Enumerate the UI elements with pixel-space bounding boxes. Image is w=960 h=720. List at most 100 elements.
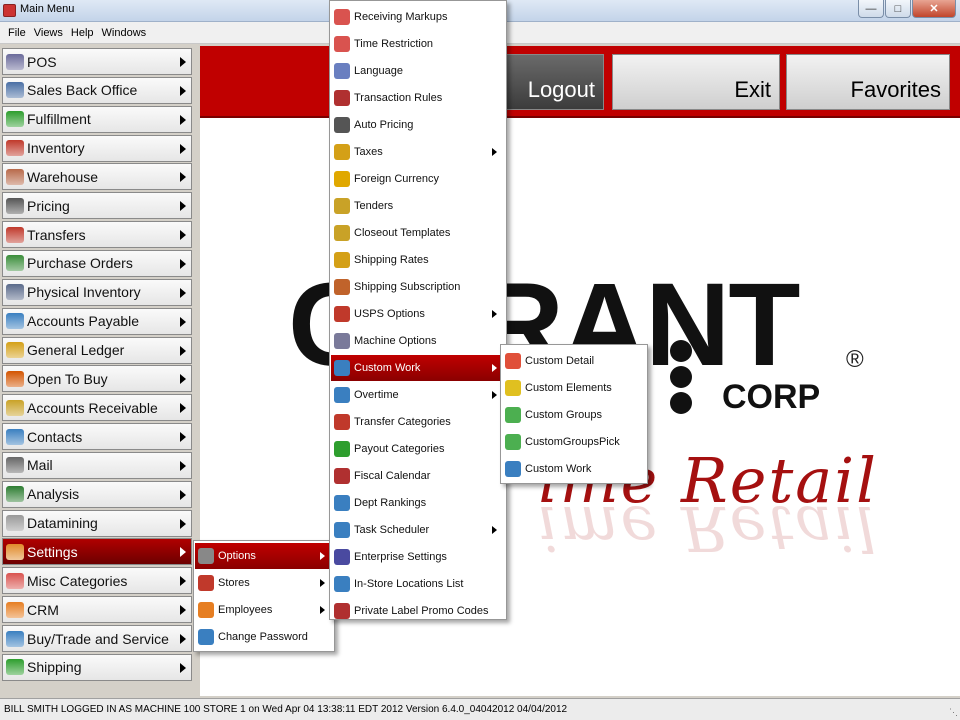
sidebar-item-datamining[interactable]: Datamining: [2, 509, 192, 537]
options-item-in-store-locations-list[interactable]: In-Store Locations List: [331, 571, 505, 597]
sidebar-item-general-ledger[interactable]: General Ledger: [2, 336, 192, 364]
custom-work-item-custom-work[interactable]: Custom Work: [502, 456, 646, 482]
options-item-enterprise-settings[interactable]: Enterprise Settings: [331, 544, 505, 570]
sidebar-item-open-to-buy[interactable]: Open To Buy: [2, 365, 192, 393]
menu-file[interactable]: File: [8, 27, 26, 39]
options-item-label: Shipping Subscription: [354, 281, 461, 293]
sidebar-item-misc-categories[interactable]: Misc Categories: [2, 567, 192, 595]
options-submenu: Receiving Markups Time Restriction Languag…: [329, 0, 507, 620]
sidebar-item-warehouse[interactable]: Warehouse: [2, 163, 192, 191]
mail-icon: [6, 457, 24, 474]
options-item-overtime[interactable]: Overtime: [331, 382, 505, 408]
minimize-button[interactable]: —: [858, 0, 884, 18]
sidebar-item-accounts-receivable[interactable]: Accounts Receivable: [2, 394, 192, 422]
settings-item-change-password[interactable]: Change Password: [195, 624, 333, 650]
menu-help[interactable]: Help: [71, 27, 94, 39]
settings-item-stores[interactable]: Stores: [195, 570, 333, 596]
sidebar-item-purchase-orders[interactable]: Purchase Orders: [2, 249, 192, 277]
submenu-arrow-icon: [492, 391, 497, 399]
options-item-label: Overtime: [354, 389, 399, 401]
calculator-icon: [6, 82, 24, 99]
custom-work-item-custom-groups[interactable]: Custom Groups: [502, 402, 646, 428]
favorites-label: Favorites: [850, 77, 941, 102]
puzzle-icon: [505, 407, 521, 423]
settings-item-employees[interactable]: Employees: [195, 597, 333, 623]
sidebar-item-sales-back-office[interactable]: Sales Back Office: [2, 76, 192, 104]
options-item-transaction-rules[interactable]: Transaction Rules: [331, 85, 505, 111]
options-item-label: Receiving Markups: [354, 11, 448, 23]
sidebar-item-physical-inventory[interactable]: Physical Inventory: [2, 278, 192, 306]
options-item-task-scheduler[interactable]: Task Scheduler: [331, 517, 505, 543]
options-item-time-restriction[interactable]: Time Restriction: [331, 31, 505, 57]
options-item-shipping-subscription[interactable]: Shipping Subscription: [331, 274, 505, 300]
favorites-button[interactable]: Favorites: [786, 54, 950, 110]
pen-icon: [334, 279, 350, 295]
sidebar: POS Sales Back Office Fulfillment Inventory…: [0, 46, 196, 696]
sidebar-item-buy-trade-and-service[interactable]: Buy/Trade and Service: [2, 625, 192, 652]
logout-button[interactable]: Logout: [490, 54, 604, 110]
options-item-closeout-templates[interactable]: Closeout Templates: [331, 220, 505, 246]
package-icon: [6, 659, 24, 676]
truck-icon: [6, 226, 24, 243]
sidebar-item-contacts[interactable]: Contacts: [2, 423, 192, 451]
sidebar-item-transfers[interactable]: Transfers: [2, 221, 192, 249]
sidebar-item-pricing[interactable]: Pricing: [2, 192, 192, 220]
settings-item-options[interactable]: Options: [195, 543, 333, 569]
options-item-receiving-markups[interactable]: Receiving Markups: [331, 4, 505, 30]
options-item-tenders[interactable]: Tenders: [331, 193, 505, 219]
submenu-arrow-icon: [320, 579, 325, 587]
custom-work-item-customgroupspick[interactable]: CustomGroupsPick: [502, 429, 646, 455]
custom-work-item-label: Custom Work: [525, 463, 592, 475]
options-item-shipping-rates[interactable]: Shipping Rates: [331, 247, 505, 273]
sidebar-item-label: Mail: [27, 457, 53, 474]
options-item-usps-options[interactable]: USPS Options: [331, 301, 505, 327]
sidebar-item-label: General Ledger: [27, 342, 125, 358]
options-item-custom-work[interactable]: Custom Work: [331, 355, 505, 381]
options-item-label: Private Label Promo Codes: [354, 605, 489, 617]
options-item-label: Payout Categories: [354, 443, 445, 455]
custom-work-item-label: Custom Elements: [525, 382, 612, 394]
options-item-private-label-promo-codes[interactable]: Private Label Promo Codes: [331, 598, 505, 624]
box-icon: [6, 168, 24, 185]
maximize-button[interactable]: □: [885, 0, 911, 18]
options-item-machine-options[interactable]: Machine Options: [331, 328, 505, 354]
options-item-label: USPS Options: [354, 308, 425, 320]
network-icon: [6, 140, 24, 157]
logout-label: Logout: [527, 77, 595, 102]
sidebar-item-accounts-payable[interactable]: Accounts Payable: [2, 307, 192, 335]
submenu-arrow-icon: [180, 547, 186, 558]
options-item-foreign-currency[interactable]: Foreign Currency: [331, 166, 505, 192]
resize-grip-icon[interactable]: ⋱: [949, 707, 958, 718]
tools-icon: [6, 543, 24, 560]
submenu-arrow-icon: [180, 460, 186, 471]
exit-button[interactable]: Exit: [612, 54, 780, 110]
sidebar-item-fulfillment[interactable]: Fulfillment: [2, 105, 192, 133]
sidebar-item-analysis[interactable]: Analysis: [2, 480, 192, 508]
sidebar-item-shipping[interactable]: Shipping: [2, 653, 192, 681]
options-item-label: Custom Work: [354, 362, 421, 374]
people-icon: [198, 602, 214, 618]
submenu-arrow-icon: [180, 201, 186, 212]
book-icon: [334, 90, 350, 106]
options-item-taxes[interactable]: Taxes: [331, 139, 505, 165]
sidebar-item-inventory[interactable]: Inventory: [2, 134, 192, 162]
sidebar-item-crm[interactable]: CRM: [2, 596, 192, 624]
custom-work-item-custom-elements[interactable]: Custom Elements: [502, 375, 646, 401]
close-button[interactable]: ✕: [912, 0, 956, 18]
options-item-dept-rankings[interactable]: Dept Rankings: [331, 490, 505, 516]
options-item-payout-categories[interactable]: Payout Categories: [331, 436, 505, 462]
sidebar-item-pos[interactable]: POS: [2, 48, 192, 75]
sidebar-item-settings[interactable]: Settings: [2, 538, 192, 566]
tag-icon: [334, 117, 350, 133]
menu-views[interactable]: Views: [34, 27, 63, 39]
menu-windows[interactable]: Windows: [102, 27, 147, 39]
options-item-auto-pricing[interactable]: Auto Pricing: [331, 112, 505, 138]
custom-work-item-custom-detail[interactable]: Custom Detail: [502, 348, 646, 374]
top-button-bar: Logout Exit Favorites: [200, 46, 960, 118]
options-item-transfer-categories[interactable]: Transfer Categories: [331, 409, 505, 435]
options-item-fiscal-calendar[interactable]: Fiscal Calendar: [331, 463, 505, 489]
puzzle-icon: [505, 380, 521, 396]
sidebar-item-label: Datamining: [27, 515, 98, 532]
sidebar-item-mail[interactable]: Mail: [2, 451, 192, 479]
options-item-language[interactable]: Language: [331, 58, 505, 84]
